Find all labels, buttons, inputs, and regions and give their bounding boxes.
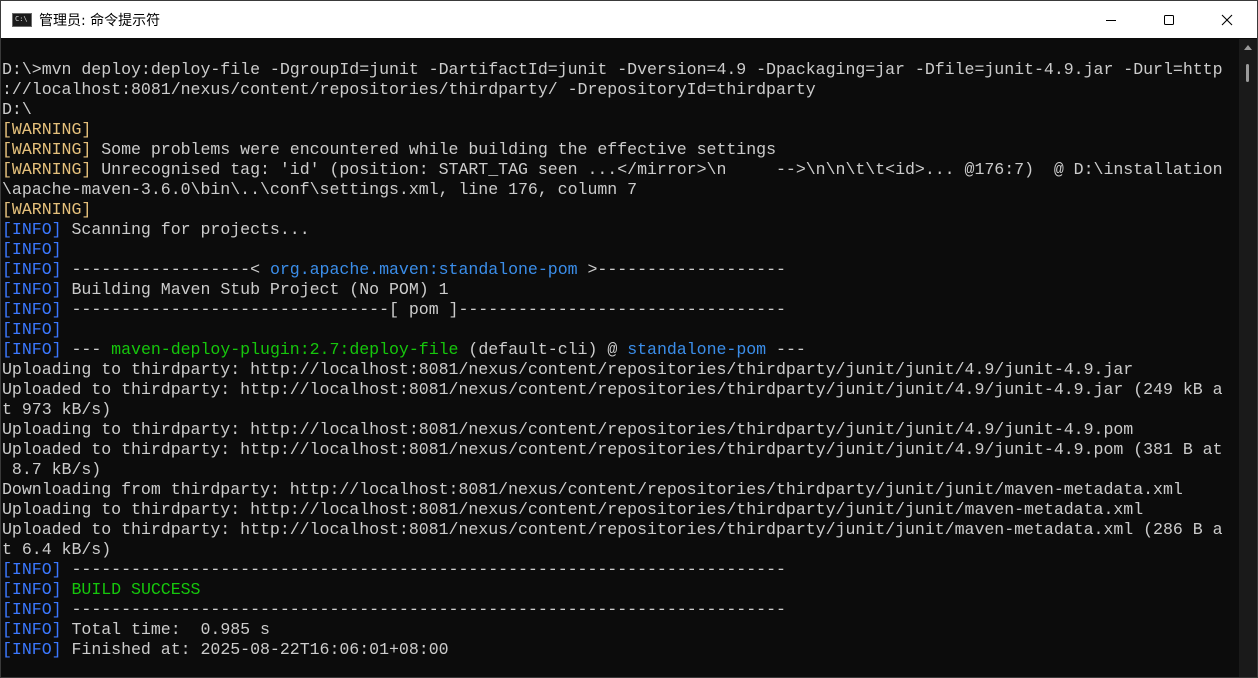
console-line: Uploading to thirdparty: http://localhos…: [2, 420, 1238, 440]
console-text: [INFO]: [2, 600, 62, 619]
minimize-icon: [1106, 19, 1116, 21]
console-text: Uploaded to thirdparty: http://localhost…: [2, 520, 1223, 539]
console-text: Uploading to thirdparty: http://localhos…: [2, 360, 1134, 379]
console-text: --------------------------------[ pom ]-…: [61, 300, 786, 319]
console-line: [INFO] ---------------------------------…: [2, 560, 1238, 580]
console-text: Some problems were encountered while bui…: [91, 140, 776, 159]
console-text: t 6.4 kB/s): [2, 540, 112, 559]
console-line: 8.7 kB/s): [2, 460, 1238, 480]
console-line: [INFO] Building Maven Stub Project (No P…: [2, 280, 1238, 300]
console-line: \apache-maven-3.6.0\bin\..\conf\settings…: [2, 180, 1238, 200]
scroll-up-arrow-icon[interactable]: [1244, 45, 1252, 50]
console-text: 8.7 kB/s): [2, 460, 102, 479]
console-line: [WARNING]: [2, 200, 1238, 220]
console-line: [WARNING] Unrecognised tag: 'id' (positi…: [2, 160, 1238, 180]
console-text: [WARNING]: [2, 140, 92, 159]
console-line: ://localhost:8081/nexus/content/reposito…: [2, 80, 1238, 100]
console-text: [WARNING]: [2, 160, 92, 179]
window-title: 管理员: 命令提示符: [39, 12, 161, 29]
console-text: [INFO]: [2, 280, 62, 299]
vertical-scrollbar[interactable]: [1239, 39, 1257, 677]
console-text: org.apache.maven:standalone-pom: [269, 260, 578, 279]
close-button[interactable]: [1198, 1, 1256, 38]
console-text: D:\>mvn deploy:deploy-file -DgroupId=jun…: [2, 60, 1223, 79]
console-line: [WARNING]: [2, 120, 1238, 140]
console-text: [INFO]: [2, 240, 62, 259]
maximize-icon: [1164, 14, 1174, 25]
console-text: Uploading to thirdparty: http://localhos…: [2, 420, 1134, 439]
console-text: [INFO]: [2, 560, 62, 579]
console-text: [INFO]: [2, 220, 62, 239]
console-text: [INFO]: [2, 320, 62, 339]
console-text: BUILD SUCCESS: [71, 580, 201, 599]
console-line: Uploaded to thirdparty: http://localhost…: [2, 380, 1238, 400]
console-text: [INFO]: [2, 300, 62, 319]
console-line: [INFO] BUILD SUCCESS: [2, 580, 1238, 600]
command-prompt-icon[interactable]: [12, 12, 32, 27]
console-line: [INFO] Finished at: 2025-08-22T16:06:01+…: [2, 640, 1238, 660]
console-line: [INFO] Scanning for projects...: [2, 220, 1238, 240]
console-text: [INFO]: [2, 580, 62, 599]
console-line: [INFO] ---------------------------------…: [2, 600, 1238, 620]
console-line: Uploaded to thirdparty: http://localhost…: [2, 520, 1238, 540]
console-line: [INFO] --- maven-deploy-plugin:2.7:deplo…: [2, 340, 1238, 360]
console-text: [INFO]: [2, 340, 62, 359]
console-text: Unrecognised tag: 'id' (position: START_…: [91, 160, 1223, 179]
console-line: [INFO]: [2, 320, 1238, 340]
console-text: >-------------------: [577, 260, 786, 279]
console-line: Uploaded to thirdparty: http://localhost…: [2, 440, 1238, 460]
console-text: [INFO]: [2, 640, 62, 659]
console-line: [INFO] --------------------------------[…: [2, 300, 1238, 320]
console-text: Downloading from thirdparty: http://loca…: [2, 480, 1183, 499]
console-text: t 973 kB/s): [2, 400, 112, 419]
console-text: ------------------<: [61, 260, 270, 279]
terminal-window: 管理员: 命令提示符 D:\>mvn deploy:deploy-file -D…: [0, 0, 1258, 678]
minimize-button[interactable]: [1082, 1, 1140, 38]
console-text: Total time: 0.985 s: [61, 620, 270, 639]
console-line: Downloading from thirdparty: http://loca…: [2, 480, 1238, 500]
console-text: Finished at: 2025-08-22T16:06:01+08:00: [61, 640, 449, 659]
console-text: ---: [766, 340, 806, 359]
console-text: maven-deploy-plugin:2.7:deploy-file: [111, 340, 459, 359]
scrollbar-thumb[interactable]: [1246, 64, 1249, 82]
console-text: [INFO]: [2, 620, 62, 639]
console-text: standalone-pom: [627, 340, 767, 359]
console-text: (default-cli) @: [458, 340, 628, 359]
console-text: Uploading to thirdparty: http://localhos…: [2, 500, 1144, 519]
console-line: [INFO] Total time: 0.985 s: [2, 620, 1238, 640]
title-bar[interactable]: 管理员: 命令提示符: [1, 1, 1257, 38]
maximize-button[interactable]: [1140, 1, 1198, 38]
console-text: ----------------------------------------…: [61, 560, 786, 579]
console-line: Uploading to thirdparty: http://localhos…: [2, 500, 1238, 520]
console-line: t 6.4 kB/s): [2, 540, 1238, 560]
close-icon: [1221, 14, 1233, 25]
console-text: D:\: [2, 100, 32, 119]
console-text: Scanning for projects...: [61, 220, 310, 239]
console-line: [INFO]: [2, 240, 1238, 260]
console-text: ://localhost:8081/nexus/content/reposito…: [2, 80, 816, 99]
console-line: t 973 kB/s): [2, 400, 1238, 420]
console-text: ----------------------------------------…: [61, 600, 786, 619]
console-text: [WARNING]: [2, 200, 92, 219]
console-text: [WARNING]: [2, 120, 92, 139]
console-text: ---: [61, 340, 112, 359]
console-text: Uploaded to thirdparty: http://localhost…: [2, 440, 1223, 459]
console-line: D:\>mvn deploy:deploy-file -DgroupId=jun…: [2, 60, 1238, 80]
console-text: Uploaded to thirdparty: http://localhost…: [2, 380, 1223, 399]
console-text: Building Maven Stub Project (No POM) 1: [61, 280, 449, 299]
console-text: \apache-maven-3.6.0\bin\..\conf\settings…: [2, 180, 638, 199]
console-line: [INFO] ------------------< org.apache.ma…: [2, 260, 1238, 280]
console-text: [INFO]: [2, 260, 62, 279]
console-line: D:\: [2, 100, 1238, 120]
console-line: Uploading to thirdparty: http://localhos…: [2, 360, 1238, 380]
console-output[interactable]: D:\>mvn deploy:deploy-file -DgroupId=jun…: [2, 60, 1238, 670]
console-line: [WARNING] Some problems were encountered…: [2, 140, 1238, 160]
